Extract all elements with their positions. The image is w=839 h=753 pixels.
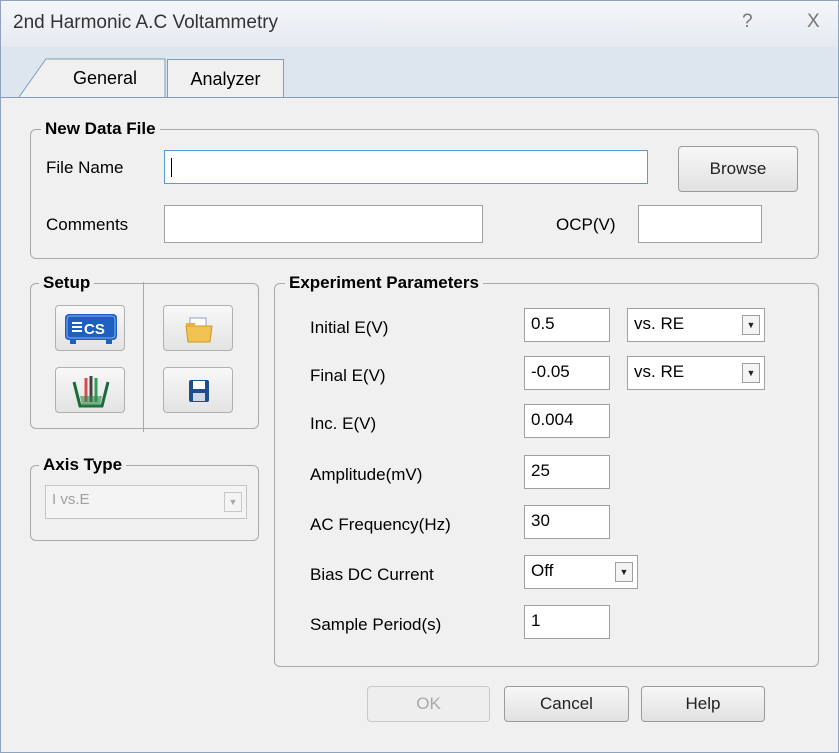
browse-button[interactable]: Browse — [678, 146, 798, 192]
comments-label: Comments — [46, 215, 129, 234]
window-title: 2nd Harmonic A.C Voltammetry — [13, 12, 279, 33]
ac-frequency-value: 30 — [531, 511, 550, 530]
open-folder-icon — [185, 317, 213, 343]
cancel-button[interactable]: Cancel — [504, 686, 629, 722]
final-e-input[interactable]: -0.05 — [524, 356, 610, 390]
bias-dc-chevron-down-icon: ▼ — [615, 562, 633, 582]
sample-period-label: Sample Period(s) — [310, 615, 442, 634]
cs-instrument-icon: CS — [65, 314, 117, 344]
tab-general-label: General — [72, 68, 138, 88]
inc-e-input[interactable]: 0.004 — [524, 404, 610, 438]
file-name-label: File Name — [46, 158, 124, 177]
setup-divider — [143, 282, 144, 432]
amplitude-label: Amplitude(mV) — [310, 465, 423, 484]
experiment-parameters-legend: Experiment Parameters — [285, 273, 483, 293]
open-file-button[interactable] — [163, 305, 233, 351]
axis-type-chevron-down-icon: ▼ — [224, 492, 242, 512]
electrode-cell-icon — [72, 376, 110, 408]
axis-type-value: I vs.E — [52, 491, 90, 508]
close-title-button[interactable]: X — [807, 11, 820, 33]
instrument-button[interactable]: CS — [55, 305, 125, 351]
bias-dc-current-select[interactable]: Off ▼ — [524, 555, 638, 589]
svg-text:CS: CS — [84, 321, 105, 338]
tab-analyzer[interactable]: Analyzer — [167, 59, 284, 97]
dialog-window: 2nd Harmonic A.C Voltammetry ? X General… — [0, 0, 839, 753]
sample-period-input[interactable]: 1 — [524, 605, 610, 639]
ac-frequency-label: AC Frequency(Hz) — [310, 515, 451, 534]
ac-frequency-input[interactable]: 30 — [524, 505, 610, 539]
initial-e-input[interactable]: 0.5 — [524, 308, 610, 342]
inc-e-label: Inc. E(V) — [310, 414, 377, 433]
text-caret — [171, 158, 172, 177]
tab-strip: General Analyzer — [1, 47, 838, 98]
save-disk-icon — [189, 380, 209, 402]
ok-button[interactable]: OK — [367, 686, 490, 722]
initial-e-label: Initial E(V) — [310, 318, 389, 337]
tab-general[interactable]: General — [45, 59, 165, 99]
ocp-label: OCP(V) — [556, 215, 616, 234]
help-button[interactable]: Help — [641, 686, 765, 722]
final-e-label: Final E(V) — [310, 366, 386, 385]
initial-e-ref-select[interactable]: vs. RE ▼ — [627, 308, 765, 342]
electrode-button[interactable] — [55, 367, 125, 413]
final-e-ref-select[interactable]: vs. RE ▼ — [627, 356, 765, 390]
initial-e-ref-chevron-down-icon: ▼ — [742, 315, 760, 335]
initial-e-value: 0.5 — [531, 314, 555, 333]
final-e-value: -0.05 — [531, 362, 570, 381]
inc-e-value: 0.004 — [531, 410, 574, 429]
bias-dc-current-value: Off — [531, 561, 554, 580]
comments-input[interactable] — [164, 205, 483, 243]
file-name-input[interactable] — [164, 150, 648, 184]
title-bar[interactable]: 2nd Harmonic A.C Voltammetry ? X — [1, 1, 838, 47]
save-button[interactable] — [163, 367, 233, 413]
amplitude-input[interactable]: 25 — [524, 455, 610, 489]
final-e-ref-chevron-down-icon: ▼ — [742, 363, 760, 383]
help-title-button[interactable]: ? — [742, 11, 753, 33]
initial-e-ref-value: vs. RE — [634, 314, 685, 333]
setup-legend: Setup — [39, 273, 95, 293]
new-data-file-legend: New Data File — [41, 119, 160, 139]
bias-dc-current-label: Bias DC Current — [310, 565, 434, 584]
tab-analyzer-label: Analyzer — [190, 69, 261, 89]
axis-type-legend: Axis Type — [39, 455, 127, 475]
final-e-ref-value: vs. RE — [634, 362, 685, 381]
sample-period-value: 1 — [531, 611, 541, 630]
ocp-input[interactable] — [638, 205, 762, 243]
amplitude-value: 25 — [531, 461, 550, 480]
axis-type-select[interactable]: I vs.E ▼ — [45, 485, 247, 519]
